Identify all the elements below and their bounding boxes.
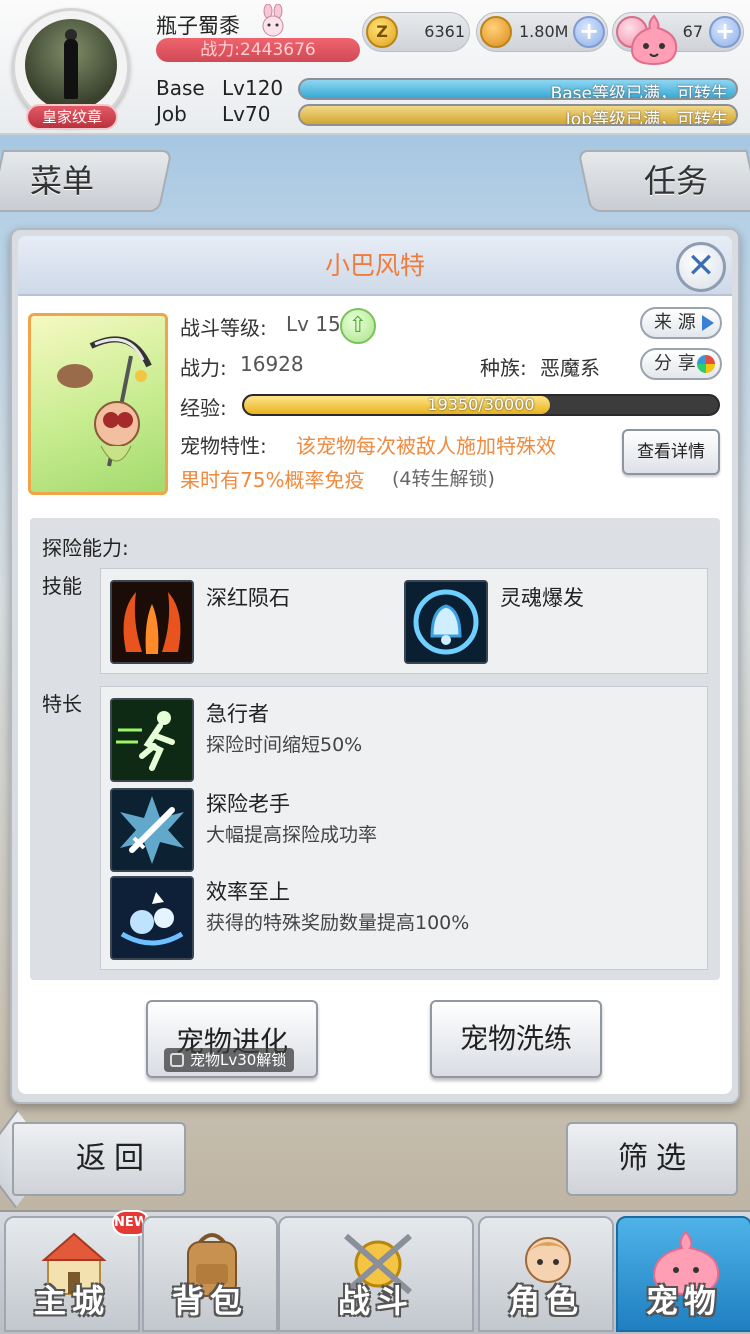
menu-tab-label: 菜单 bbox=[30, 162, 95, 200]
coin-counter: 1.80M + bbox=[476, 12, 608, 52]
base-level: Lv120 bbox=[222, 76, 284, 100]
filter-button[interactable]: 筛选 bbox=[566, 1122, 738, 1196]
bunny-pet-icon bbox=[262, 4, 284, 37]
job-bar-text: Job等级已满，可转生 bbox=[565, 110, 728, 126]
level-up-icon[interactable]: ⇧ bbox=[340, 308, 376, 344]
trait-unlock-note: (4转生解锁) bbox=[392, 468, 495, 490]
battle-level-value: Lv 15 bbox=[286, 312, 341, 336]
base-label: Base bbox=[156, 76, 205, 100]
exp-label: 经验: bbox=[180, 396, 227, 420]
job-label: Job bbox=[156, 102, 187, 126]
add-coin-button[interactable]: + bbox=[573, 16, 605, 48]
player-avatar[interactable] bbox=[25, 19, 117, 111]
pet-detail-dialog: 小巴风特 ✕ 战斗等级: Lv 15 ⇧ 来 源 分 享 战力: 16928 种… bbox=[18, 236, 732, 1094]
crimson-meteor-art bbox=[112, 582, 192, 662]
player-name: 瓶子蜀黍 bbox=[156, 14, 240, 38]
dialog-header: 小巴风特 ✕ bbox=[18, 236, 732, 296]
poring-pet-icon[interactable] bbox=[624, 10, 684, 66]
trait-name-1: 急行者 bbox=[206, 702, 269, 726]
filter-button-label: 筛选 bbox=[618, 1141, 694, 1176]
skill-name-1: 深红陨石 bbox=[206, 586, 290, 610]
zeny-counter: Z 6361 bbox=[362, 12, 470, 52]
player-power: 战力:2443676 bbox=[156, 38, 360, 62]
share-icon bbox=[697, 355, 715, 373]
coin-icon bbox=[480, 16, 512, 48]
job-level: Lv70 bbox=[222, 102, 271, 126]
explore-title: 探险能力: bbox=[42, 536, 129, 560]
nav-tab-bag-label: 背包 bbox=[171, 1282, 248, 1320]
veteran-sword-icon[interactable] bbox=[110, 788, 194, 872]
lock-icon bbox=[170, 1053, 184, 1067]
trait-line1: 该宠物每次被敌人施加特殊效 bbox=[296, 434, 556, 458]
efficiency-icon[interactable] bbox=[110, 876, 194, 960]
trait-line2: 果时有75%概率免疫 bbox=[180, 468, 365, 492]
soul-burst-art bbox=[406, 582, 486, 662]
efficiency-art bbox=[112, 878, 192, 958]
skill-name-2: 灵魂爆发 bbox=[500, 586, 584, 610]
battle-level-label: 战斗等级: bbox=[180, 316, 267, 340]
share-button[interactable]: 分 享 bbox=[640, 348, 722, 380]
task-tab[interactable]: 任务 bbox=[577, 150, 750, 212]
nav-tab-battle[interactable]: 战斗 bbox=[278, 1216, 474, 1332]
nav-tab-battle-label: 战斗 bbox=[337, 1282, 414, 1320]
trait-name-2: 探险老手 bbox=[206, 792, 290, 816]
royal-badge[interactable]: 皇家纹章 bbox=[26, 104, 118, 130]
pet-power-label: 战力: bbox=[180, 356, 227, 380]
share-button-label: 分 享 bbox=[654, 353, 696, 374]
evolve-button[interactable]: 宠物进化 宠物Lv30解锁 bbox=[146, 1000, 318, 1078]
pet-power-value: 16928 bbox=[240, 352, 304, 376]
baphomet-jr-icon bbox=[57, 336, 152, 467]
race-label: 种族: bbox=[480, 356, 527, 380]
pet-exp-bar: 19350/30000 bbox=[242, 394, 720, 416]
gem-value: 67 bbox=[682, 22, 703, 41]
crimson-meteor-icon[interactable] bbox=[110, 580, 194, 664]
coin-value: 1.80M bbox=[519, 22, 569, 41]
back-button[interactable]: 返回 bbox=[12, 1122, 186, 1196]
zeny-value: 6361 bbox=[424, 22, 465, 41]
player-status-bar: 皇家纹章 瓶子蜀黍 战力:2443676 Z 6361 1.80M + 67 +… bbox=[0, 0, 750, 135]
zeny-icon: Z bbox=[366, 16, 398, 48]
pet-portrait bbox=[28, 313, 168, 495]
trait-desc-1: 探险时间缩短50% bbox=[206, 734, 363, 756]
nav-tab-character-label: 角色 bbox=[507, 1282, 584, 1320]
evolve-lock-text: 宠物Lv30解锁 bbox=[190, 1051, 287, 1069]
nav-tab-bag[interactable]: 背包 bbox=[142, 1216, 278, 1332]
soul-burst-icon[interactable] bbox=[404, 580, 488, 664]
nav-tab-character[interactable]: 角色 bbox=[478, 1216, 614, 1332]
add-gem-button[interactable]: + bbox=[709, 16, 741, 48]
back-button-label: 返回 bbox=[76, 1141, 152, 1176]
base-bar-text: Base等级已满，可转生 bbox=[550, 84, 728, 100]
evolve-lock-tag: 宠物Lv30解锁 bbox=[164, 1048, 295, 1072]
job-exp-bar: Job等级已满，可转生 bbox=[298, 104, 738, 126]
sprinter-icon[interactable] bbox=[110, 698, 194, 782]
nav-tab-city-label: 主城 bbox=[33, 1282, 110, 1320]
menu-tab[interactable]: 菜单 bbox=[0, 150, 173, 212]
close-button[interactable]: ✕ bbox=[676, 242, 726, 292]
play-arrow-icon bbox=[702, 315, 714, 331]
skills-label: 技能 bbox=[42, 574, 82, 598]
trait-label: 宠物特性: bbox=[180, 434, 267, 458]
pet-name-title: 小巴风特 bbox=[324, 251, 425, 280]
source-button-label: 来 源 bbox=[654, 312, 696, 333]
nav-tab-pet-label: 宠物 bbox=[645, 1282, 722, 1320]
pet-exp-text: 19350/30000 bbox=[427, 395, 535, 414]
view-details-button[interactable]: 查看详情 bbox=[622, 429, 720, 475]
refine-button[interactable]: 宠物洗练 bbox=[430, 1000, 602, 1078]
trait-desc-3: 获得的特殊奖励数量提高100% bbox=[206, 912, 470, 934]
nav-tab-pet[interactable]: 宠物 bbox=[616, 1216, 750, 1332]
close-icon: ✕ bbox=[686, 246, 716, 286]
sprinter-art bbox=[112, 700, 192, 780]
veteran-sword-art bbox=[112, 790, 192, 870]
trait-desc-2: 大幅提高探险成功率 bbox=[206, 824, 378, 846]
trait-name-3: 效率至上 bbox=[206, 880, 290, 904]
avatar-figure-body bbox=[64, 39, 78, 99]
source-button[interactable]: 来 源 bbox=[640, 307, 722, 339]
task-tab-label: 任务 bbox=[644, 162, 709, 200]
base-exp-bar: Base等级已满，可转生 bbox=[298, 78, 738, 100]
race-value: 恶魔系 bbox=[540, 356, 600, 380]
traits-label: 特长 bbox=[42, 692, 82, 716]
